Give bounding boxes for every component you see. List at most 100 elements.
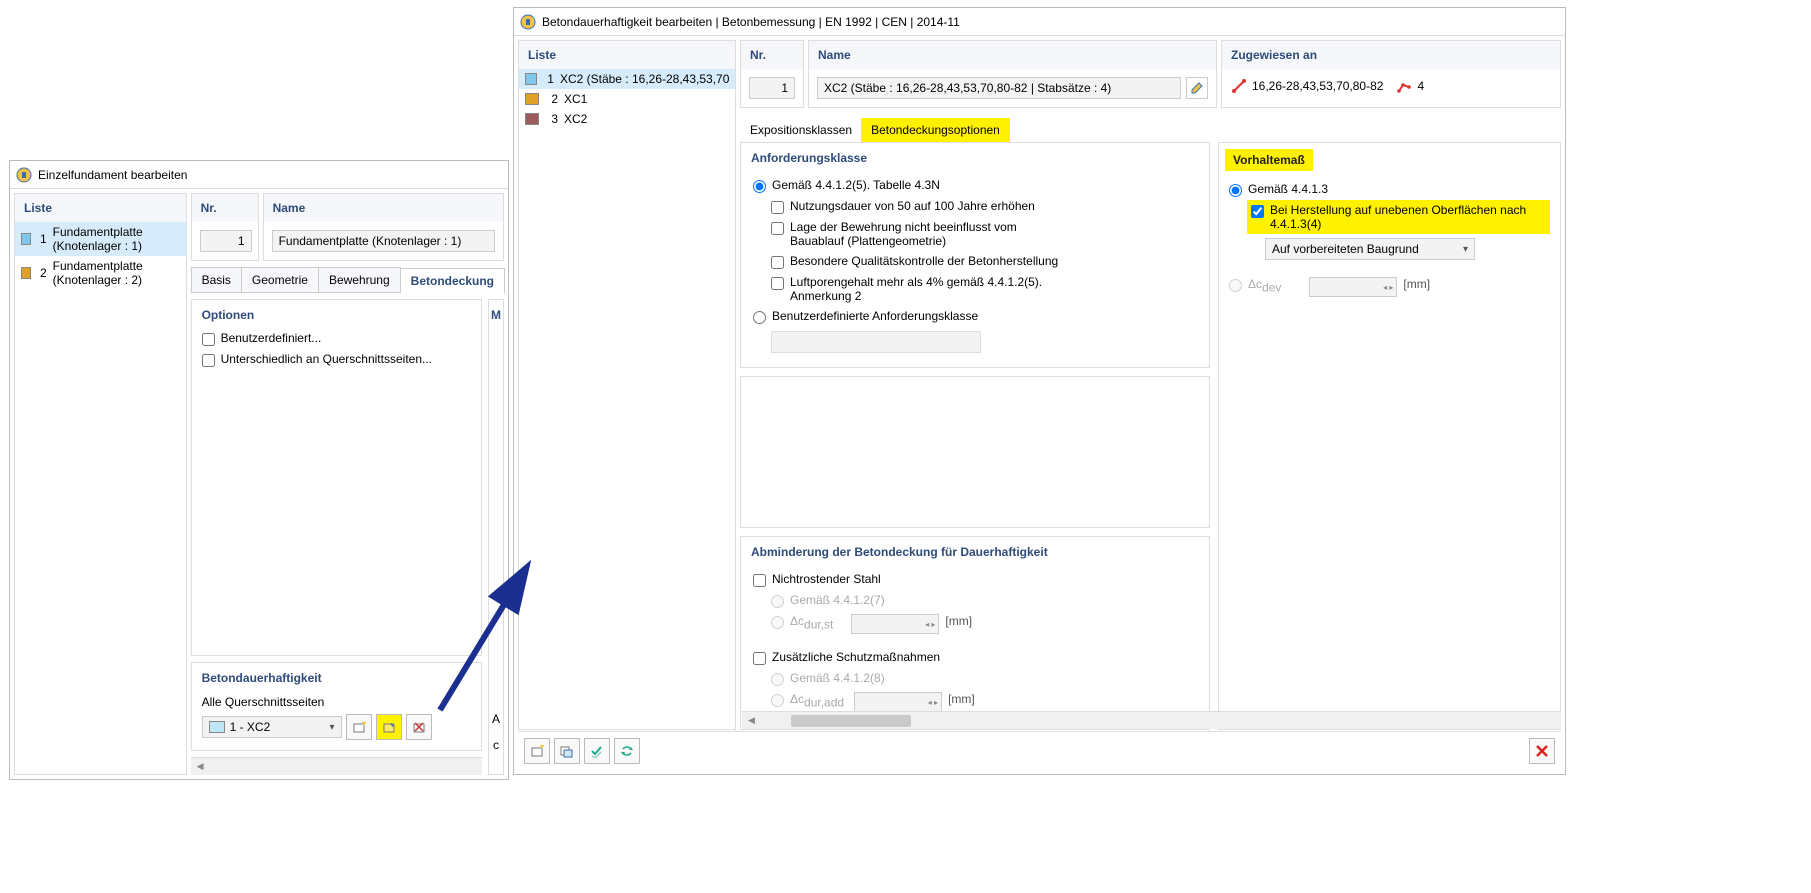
close-icon	[1535, 744, 1549, 758]
item-idx: 2	[546, 92, 558, 106]
edit-durability-button[interactable]	[376, 714, 402, 740]
label: Zusätzliche Schutzmaßnahmen	[772, 650, 940, 664]
anf-title: Anforderungsklasse	[741, 143, 1209, 171]
anf-check-4[interactable]: Luftporengehalt mehr als 4% gemäß 4.4.1.…	[771, 272, 1197, 306]
assigned-members: 16,26-28,43,53,70,80-82	[1252, 79, 1383, 93]
new-button[interactable]	[524, 738, 550, 764]
delete-durability-button[interactable]	[406, 714, 432, 740]
nr-input-2[interactable]	[749, 77, 795, 99]
assigned-sets: 4	[1417, 79, 1424, 93]
swatch-icon	[209, 721, 225, 733]
h-scrollbar[interactable]: ◀	[191, 757, 482, 775]
durability-dropdown[interactable]: 1 - XC2 ▾	[202, 716, 342, 738]
dialog-betondauerhaftigkeit: Betondauerhaftigkeit bearbeiten | Betonb…	[513, 7, 1566, 775]
liste-header-2: Liste	[519, 41, 735, 69]
checkbox[interactable]	[771, 201, 784, 214]
optionen-title: Optionen	[192, 300, 481, 328]
vorhaltemass-group: Vorhaltemaß Gemäß 4.4.1.3 Bei Herstellun…	[1218, 142, 1561, 730]
d2-liste-item-1[interactable]: 1 XC2 (Stäbe : 16,26-28,43,53,70,80-82	[519, 69, 735, 89]
abm-radio-1: Gemäß 4.4.1.2(7)	[771, 590, 1197, 611]
abm-title: Abminderung der Betondeckung für Dauerha…	[741, 537, 1209, 565]
tabs-2: Expositionsklassen Betondeckungsoptionen	[740, 118, 1561, 142]
d2-liste-item-2[interactable]: 2 XC1	[519, 89, 735, 109]
anf-radio-2[interactable]: Benutzerdefinierte Anforderungsklasse	[753, 306, 1197, 327]
liste-header-1: Liste	[15, 194, 186, 222]
check-button[interactable]	[584, 738, 610, 764]
liste-item-2[interactable]: 2 Fundamentplatte (Knotenlager : 2)	[15, 256, 186, 290]
item-label: XC2	[564, 112, 587, 126]
liste-item-1[interactable]: 1 Fundamentplatte (Knotenlager : 1)	[15, 222, 186, 256]
abm-check-schutz[interactable]: Zusätzliche Schutzmaßnahmen	[753, 647, 1197, 668]
anf-radio-1[interactable]: Gemäß 4.4.1.2(5). Tabelle 4.3N	[753, 175, 1197, 196]
opt-benutzerdefiniert[interactable]: Benutzerdefiniert...	[202, 328, 471, 349]
new-durability-button[interactable]	[346, 714, 372, 740]
c-label: c	[489, 734, 503, 756]
vorh-dropdown[interactable]: Auf vorbereiteten Baugrund ▾	[1265, 238, 1475, 260]
label: Gemäß 4.4.1.2(7)	[790, 593, 885, 607]
nr-input-1[interactable]	[200, 230, 252, 252]
optionen-group: Optionen Benutzerdefiniert... Unterschie…	[191, 299, 482, 656]
anf-check-1[interactable]: Nutzungsdauer von 50 auf 100 Jahre erhöh…	[771, 196, 1197, 217]
checkbox[interactable]	[771, 256, 784, 269]
delta-add-input: ◂ ▸	[854, 692, 942, 712]
new-icon	[530, 744, 544, 758]
vorh-radio-1[interactable]: Gemäß 4.4.1.3	[1229, 179, 1550, 200]
radio[interactable]	[753, 311, 766, 324]
durability-title: Betondauerhaftigkeit	[192, 663, 481, 691]
tab-basis[interactable]: Basis	[191, 267, 242, 292]
item-label: Fundamentplatte (Knotenlager : 1)	[53, 225, 180, 253]
tab-exposition[interactable]: Expositionsklassen	[740, 118, 862, 142]
tab-geometrie[interactable]: Geometrie	[241, 267, 319, 292]
anf-custom-input[interactable]	[771, 331, 981, 353]
scroll-thumb[interactable]	[791, 715, 911, 727]
item-label: XC2 (Stäbe : 16,26-28,43,53,70,80-82	[560, 72, 729, 86]
new-icon	[352, 720, 366, 734]
member-icon	[1232, 79, 1246, 93]
radio	[771, 616, 784, 629]
abm-check-stahl[interactable]: Nichtrostender Stahl	[753, 569, 1197, 590]
d2-liste-item-3[interactable]: 3 XC2	[519, 109, 735, 129]
scroll-left-icon[interactable]: ◀	[748, 715, 755, 726]
checkbox[interactable]	[753, 574, 766, 587]
pencil-icon	[1190, 81, 1204, 95]
swatch-icon	[525, 113, 539, 125]
spin-icon: ◂ ▸	[928, 698, 938, 707]
tab-bewehrung[interactable]: Bewehrung	[318, 267, 401, 292]
checkbox[interactable]	[1251, 205, 1264, 218]
m-label: M	[489, 300, 503, 330]
label: Δcdur,st	[790, 614, 833, 631]
checkbox[interactable]	[753, 652, 766, 665]
item-idx: 3	[546, 112, 558, 126]
close-button[interactable]	[1529, 738, 1555, 764]
label: Besondere Qualitätskontrolle der Betonhe…	[790, 254, 1058, 268]
name-input-2[interactable]	[817, 77, 1181, 99]
opt-unterschiedlich[interactable]: Unterschiedlich an Querschnittsseiten...	[202, 349, 471, 370]
delta-st-input: ◂ ▸	[851, 614, 939, 634]
d2-h-scrollbar[interactable]: ◀	[742, 711, 1561, 729]
name-panel-2: Name	[808, 40, 1217, 108]
label: Nutzungsdauer von 50 auf 100 Jahre erhöh…	[790, 199, 1035, 213]
unit: [mm]	[945, 614, 972, 628]
anf-check-3[interactable]: Besondere Qualitätskontrolle der Betonhe…	[771, 251, 1197, 272]
tab-betondeckung[interactable]: Betondeckung	[400, 268, 505, 293]
checkbox[interactable]	[202, 354, 215, 367]
nr-panel-2: Nr.	[740, 40, 804, 108]
copy-button[interactable]	[554, 738, 580, 764]
sync-button[interactable]	[614, 738, 640, 764]
label: Benutzerdefiniert...	[221, 331, 322, 345]
side-strip: M A c	[488, 299, 504, 775]
checkbox[interactable]	[771, 222, 784, 235]
checkbox[interactable]	[202, 333, 215, 346]
rename-button[interactable]	[1186, 77, 1208, 99]
checkbox[interactable]	[771, 277, 784, 290]
name-input-1[interactable]	[272, 230, 495, 252]
radio[interactable]	[1229, 184, 1242, 197]
swatch-icon	[525, 93, 539, 105]
radio[interactable]	[753, 180, 766, 193]
anf-check-2[interactable]: Lage der Bewehrung nicht beeinflusst vom…	[771, 217, 1197, 251]
name-header-1: Name	[264, 194, 503, 222]
scroll-left-icon[interactable]: ◀	[197, 761, 204, 772]
vorh-check-1[interactable]: Bei Herstellung auf unebenen Oberflächen…	[1247, 200, 1550, 234]
durability-label: Alle Querschnittsseiten	[202, 695, 471, 709]
tab-betondeckungsoptionen[interactable]: Betondeckungsoptionen	[861, 118, 1010, 142]
